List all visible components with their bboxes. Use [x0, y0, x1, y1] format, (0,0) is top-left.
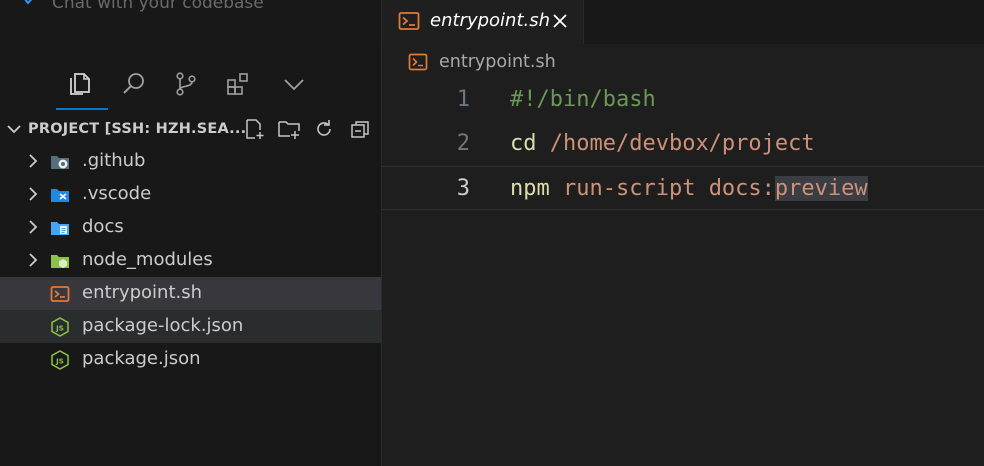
- tree-item-docs[interactable]: docs: [0, 211, 381, 244]
- tree-item-label: node_modules: [82, 249, 213, 270]
- terminal-file-icon: [50, 286, 70, 302]
- tree-item-package[interactable]: JS package.json: [0, 343, 381, 376]
- docs-folder-icon: [51, 222, 69, 235]
- code-line[interactable]: 2 cd /home/devbox/project: [382, 122, 984, 166]
- chevron-down-icon[interactable]: [280, 70, 308, 98]
- explorer-icon[interactable]: [66, 70, 94, 98]
- node-folder-icon: [51, 255, 69, 268]
- tree-item-github[interactable]: .github: [0, 145, 381, 178]
- chat-banner-label: Chat with your codebase: [52, 0, 264, 13]
- search-icon[interactable]: [120, 70, 148, 98]
- tree-item-label: package.json: [82, 348, 201, 369]
- chevron-down-icon[interactable]: [6, 121, 22, 137]
- tree-item-label: package-lock.json: [82, 315, 244, 336]
- extensions-icon[interactable]: [224, 70, 252, 98]
- terminal-file-icon: [398, 12, 420, 30]
- code-token: cd: [510, 131, 537, 156]
- chevron-right-icon[interactable]: [25, 186, 41, 202]
- tree-item-label: entrypoint.sh: [82, 282, 203, 303]
- code-line[interactable]: 3 npm run-script docs:preview: [382, 166, 984, 210]
- tree-item-vscode[interactable]: .vscode: [0, 178, 381, 211]
- terminal-file-icon: [408, 53, 428, 71]
- code-text[interactable]: #!/bin/bash: [510, 87, 656, 112]
- source-control-icon[interactable]: [172, 70, 200, 98]
- activity-bar: [52, 64, 312, 112]
- line-number: 1: [456, 87, 470, 112]
- code-text[interactable]: cd /home/devbox/project: [510, 131, 815, 156]
- chat-banner[interactable]: Chat with your codebase: [0, 0, 381, 14]
- explorer-title: PROJECT [SSH: HZH.SEA...: [28, 121, 247, 137]
- code-token: /home/devbox/project: [536, 131, 815, 156]
- json-file-icon: JS: [51, 317, 69, 337]
- tree-item-package-lock[interactable]: JS package-lock.json: [0, 310, 381, 343]
- code-line[interactable]: 1 #!/bin/bash: [382, 78, 984, 122]
- close-icon[interactable]: [550, 11, 570, 31]
- chevron-right-icon[interactable]: [25, 219, 41, 235]
- tree-item-label: .vscode: [82, 183, 152, 204]
- collapse-all-icon[interactable]: [348, 117, 372, 141]
- tab-bar: entrypoint.sh: [382, 0, 984, 44]
- tree-item-node-modules[interactable]: node_modules: [0, 244, 381, 277]
- tab-entrypoint[interactable]: entrypoint.sh: [382, 0, 584, 44]
- code-token: npm: [510, 176, 550, 201]
- new-folder-icon[interactable]: [277, 117, 301, 141]
- code-token: run-script docs:: [549, 176, 775, 201]
- code-token: preview: [774, 176, 868, 201]
- chevron-right-icon[interactable]: [25, 252, 41, 268]
- active-view-indicator: [56, 108, 108, 110]
- check-icon: [24, 0, 33, 5]
- line-number: 2: [456, 131, 470, 156]
- editor: entrypoint.sh entrypoint.sh 1 #!/bin/bash…: [382, 0, 984, 466]
- code-text[interactable]: npm run-script docs:preview: [510, 176, 868, 201]
- json-file-icon: JS: [51, 350, 69, 370]
- code-token: #!/bin/bash: [510, 87, 656, 112]
- tab-label: entrypoint.sh: [430, 10, 551, 31]
- tree-item-label: .github: [82, 150, 146, 171]
- svg-text:JS: JS: [55, 358, 64, 366]
- vscode-folder-icon: [51, 189, 69, 202]
- sidebar: Chat with your codebase PROJECT [SSH: HZ…: [0, 0, 382, 466]
- refresh-icon[interactable]: [312, 117, 336, 141]
- tree-item-entrypoint[interactable]: entrypoint.sh: [0, 277, 381, 310]
- new-file-icon[interactable]: [242, 117, 266, 141]
- breadcrumb-item[interactable]: entrypoint.sh: [439, 52, 556, 72]
- svg-text:JS: JS: [55, 325, 64, 333]
- chevron-right-icon[interactable]: [25, 153, 41, 169]
- explorer-header[interactable]: PROJECT [SSH: HZH.SEA...: [0, 114, 381, 144]
- github-folder-icon: [51, 156, 69, 169]
- tree-item-label: docs: [82, 216, 124, 237]
- line-number: 3: [456, 176, 470, 201]
